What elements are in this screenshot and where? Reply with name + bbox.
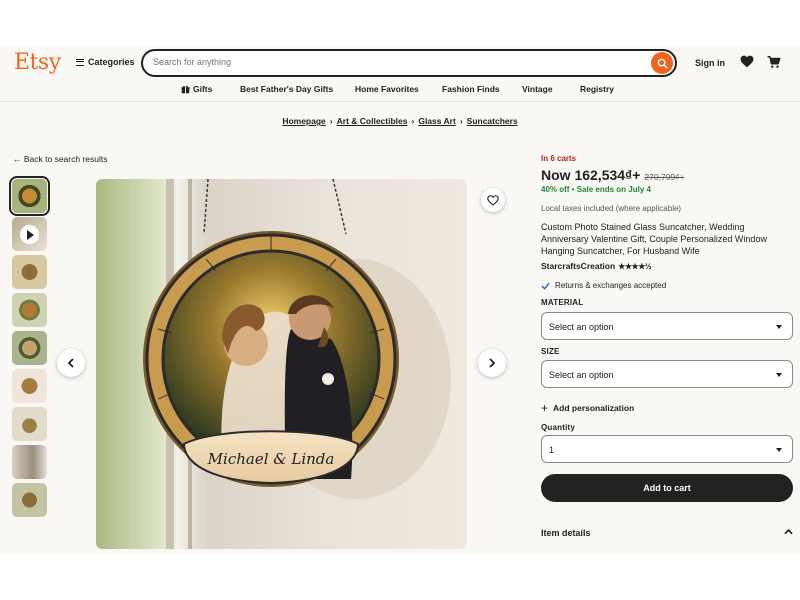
back-to-search-link[interactable]: ← Back to search results <box>13 154 107 164</box>
gift-icon <box>181 85 190 93</box>
size-label: SIZE <box>541 347 560 356</box>
product-main-image: Michael & Linda <box>96 179 467 549</box>
menu-icon <box>76 58 84 66</box>
nav-fashion-finds[interactable]: Fashion Finds <box>442 84 500 94</box>
next-image-button[interactable] <box>478 349 506 377</box>
breadcrumb-separator: › <box>459 116 463 126</box>
breadcrumb-separator: › <box>411 116 415 126</box>
chevron-up-icon <box>784 529 793 535</box>
sale-info: 40% off • Sale ends on July 4 <box>541 185 651 194</box>
tax-note: Local taxes included (where applicable) <box>541 204 682 213</box>
breadcrumb-glass-art[interactable]: Glass Art <box>418 116 455 126</box>
suncatcher-image: Michael & Linda <box>96 179 467 549</box>
search-button[interactable] <box>651 52 673 74</box>
shop-name[interactable]: StarcraftsCreation <box>541 261 615 271</box>
thumbnail-8[interactable] <box>12 445 47 479</box>
material-label: MATERIAL <box>541 298 584 307</box>
play-icon <box>20 225 39 244</box>
shop-info: StarcraftsCreation ★★★★½ <box>541 261 793 271</box>
thumbnail-5[interactable] <box>12 331 47 365</box>
original-price: 270,799₫+ <box>644 172 685 182</box>
categories-label: Categories <box>88 57 135 67</box>
top-bar: Etsy Categories Sign in <box>0 46 800 80</box>
carts-notice: In 6 carts <box>541 154 577 163</box>
chevron-left-icon <box>67 358 74 368</box>
image-caption: Michael & Linda <box>207 450 335 468</box>
checkmark-icon <box>541 282 550 290</box>
item-details-label: Item details <box>541 528 591 538</box>
thumbnail-6[interactable] <box>12 369 47 403</box>
favorite-button[interactable] <box>481 188 505 212</box>
thumbnail-1[interactable] <box>9 176 50 216</box>
breadcrumb-homepage[interactable]: Homepage <box>282 116 325 126</box>
etsy-logo[interactable]: Etsy <box>14 50 61 75</box>
item-details-toggle[interactable]: Item details <box>541 528 793 538</box>
returns-label: Returns & exchanges accepted <box>555 281 667 290</box>
breadcrumb-separator: › <box>329 116 333 126</box>
thumbnail-3[interactable] <box>12 255 47 289</box>
add-to-cart-button[interactable]: Add to cart <box>541 474 793 502</box>
cart-icon[interactable] <box>767 55 781 69</box>
nav-registry[interactable]: Registry <box>580 84 614 94</box>
sign-in-link[interactable]: Sign in <box>695 58 725 68</box>
search-icon <box>657 58 668 69</box>
rating-stars-icon: ★★★★½ <box>618 261 652 271</box>
chevron-down-icon <box>776 373 782 377</box>
add-personalization-label: Add personalization <box>553 403 635 413</box>
price-row: Now 162,534₫+ 270,799₫+ <box>541 167 793 183</box>
chevron-down-icon <box>776 325 782 329</box>
breadcrumb-suncatchers[interactable]: Suncatchers <box>467 116 518 126</box>
chevron-down-icon <box>776 448 782 452</box>
quantity-label: Quantity <box>541 423 576 432</box>
current-price: Now 162,534₫+ <box>541 167 641 183</box>
nav-vintage[interactable]: Vintage <box>522 84 553 94</box>
nav-gifts[interactable]: Gifts <box>181 84 212 94</box>
add-personalization-button[interactable]: + Add personalization <box>541 401 634 415</box>
thumbnail-video[interactable] <box>12 217 47 251</box>
nav-fathers-day[interactable]: Best Father's Day Gifts <box>240 84 333 94</box>
material-select[interactable]: Select an option <box>541 312 793 340</box>
plus-icon: + <box>541 401 549 415</box>
quantity-select-value: 1 <box>549 445 555 455</box>
thumbnail-4[interactable] <box>12 293 47 327</box>
favorites-heart-icon[interactable] <box>740 55 754 68</box>
nav-gifts-label: Gifts <box>193 84 213 94</box>
thumbnail-9[interactable] <box>12 483 47 517</box>
product-title: Custom Photo Stained Glass Suncatcher, W… <box>541 222 767 256</box>
material-select-value: Select an option <box>549 322 614 332</box>
size-select[interactable]: Select an option <box>541 360 793 388</box>
breadcrumb: Homepage › Art & Collectibles › Glass Art › Su… <box>0 116 800 126</box>
thumbnail-7[interactable] <box>12 407 47 441</box>
size-select-value: Select an option <box>549 370 614 380</box>
quantity-select[interactable]: 1 <box>541 435 793 463</box>
heart-outline-icon <box>487 194 499 206</box>
search-input[interactable] <box>153 57 633 67</box>
previous-image-button[interactable] <box>57 349 85 377</box>
product-info-panel: In 6 carts Now 162,534₫+ 270,799₫+ 40% o… <box>541 154 793 290</box>
category-nav: Gifts Best Father's Day Gifts Home Favor… <box>0 80 800 102</box>
breadcrumb-art-collectibles[interactable]: Art & Collectibles <box>337 116 408 126</box>
returns-info: Returns & exchanges accepted <box>541 281 793 290</box>
page: Etsy Categories Sign in <box>0 46 800 554</box>
categories-button[interactable]: Categories <box>76 57 135 67</box>
nav-home-favorites[interactable]: Home Favorites <box>355 84 419 94</box>
chevron-right-icon <box>489 358 496 368</box>
search-bar <box>141 49 677 77</box>
